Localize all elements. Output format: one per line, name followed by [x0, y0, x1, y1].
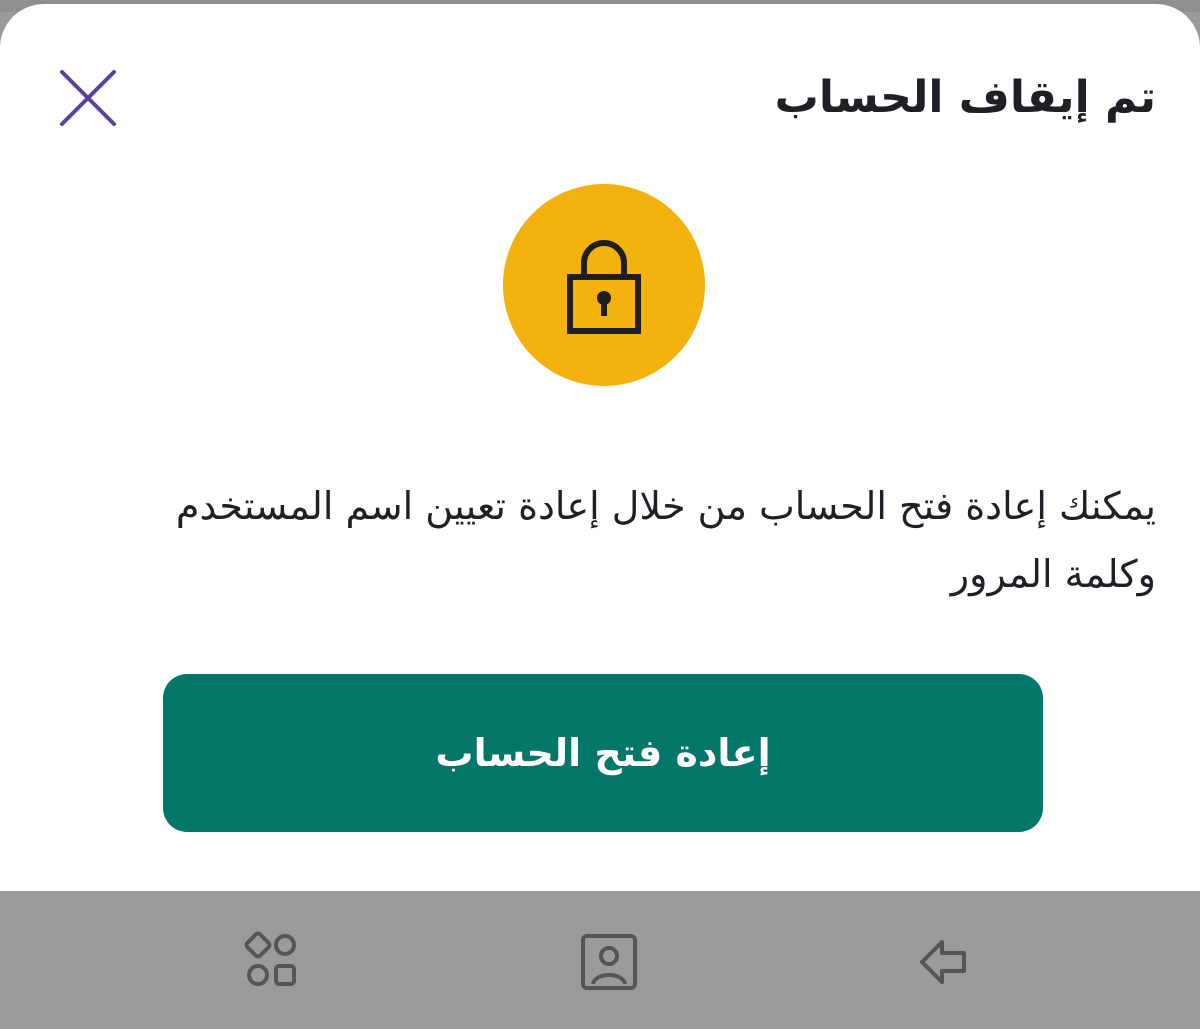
lock-icon [567, 240, 641, 334]
close-button[interactable] [52, 62, 124, 134]
apps-icon [244, 931, 296, 986]
lock-badge [503, 184, 705, 386]
home-icon [581, 934, 637, 990]
nav-back-button[interactable] [912, 929, 978, 995]
dialog-sheet: تم إيقاف الحساب يمكنك إعادة فتح الحساب م… [0, 4, 1200, 891]
system-navbar [0, 891, 1200, 1029]
dialog-message: يمكنك إعادة فتح الحساب من خلال إعادة تعي… [175, 484, 1156, 596]
reopen-account-button[interactable]: إعادة فتح الحساب [163, 674, 1043, 832]
nav-apps-button[interactable] [240, 929, 306, 995]
close-icon [60, 70, 116, 126]
nav-home-button[interactable] [576, 929, 642, 995]
dialog-title: تم إيقاف الحساب [774, 72, 1156, 123]
back-icon [920, 940, 966, 984]
